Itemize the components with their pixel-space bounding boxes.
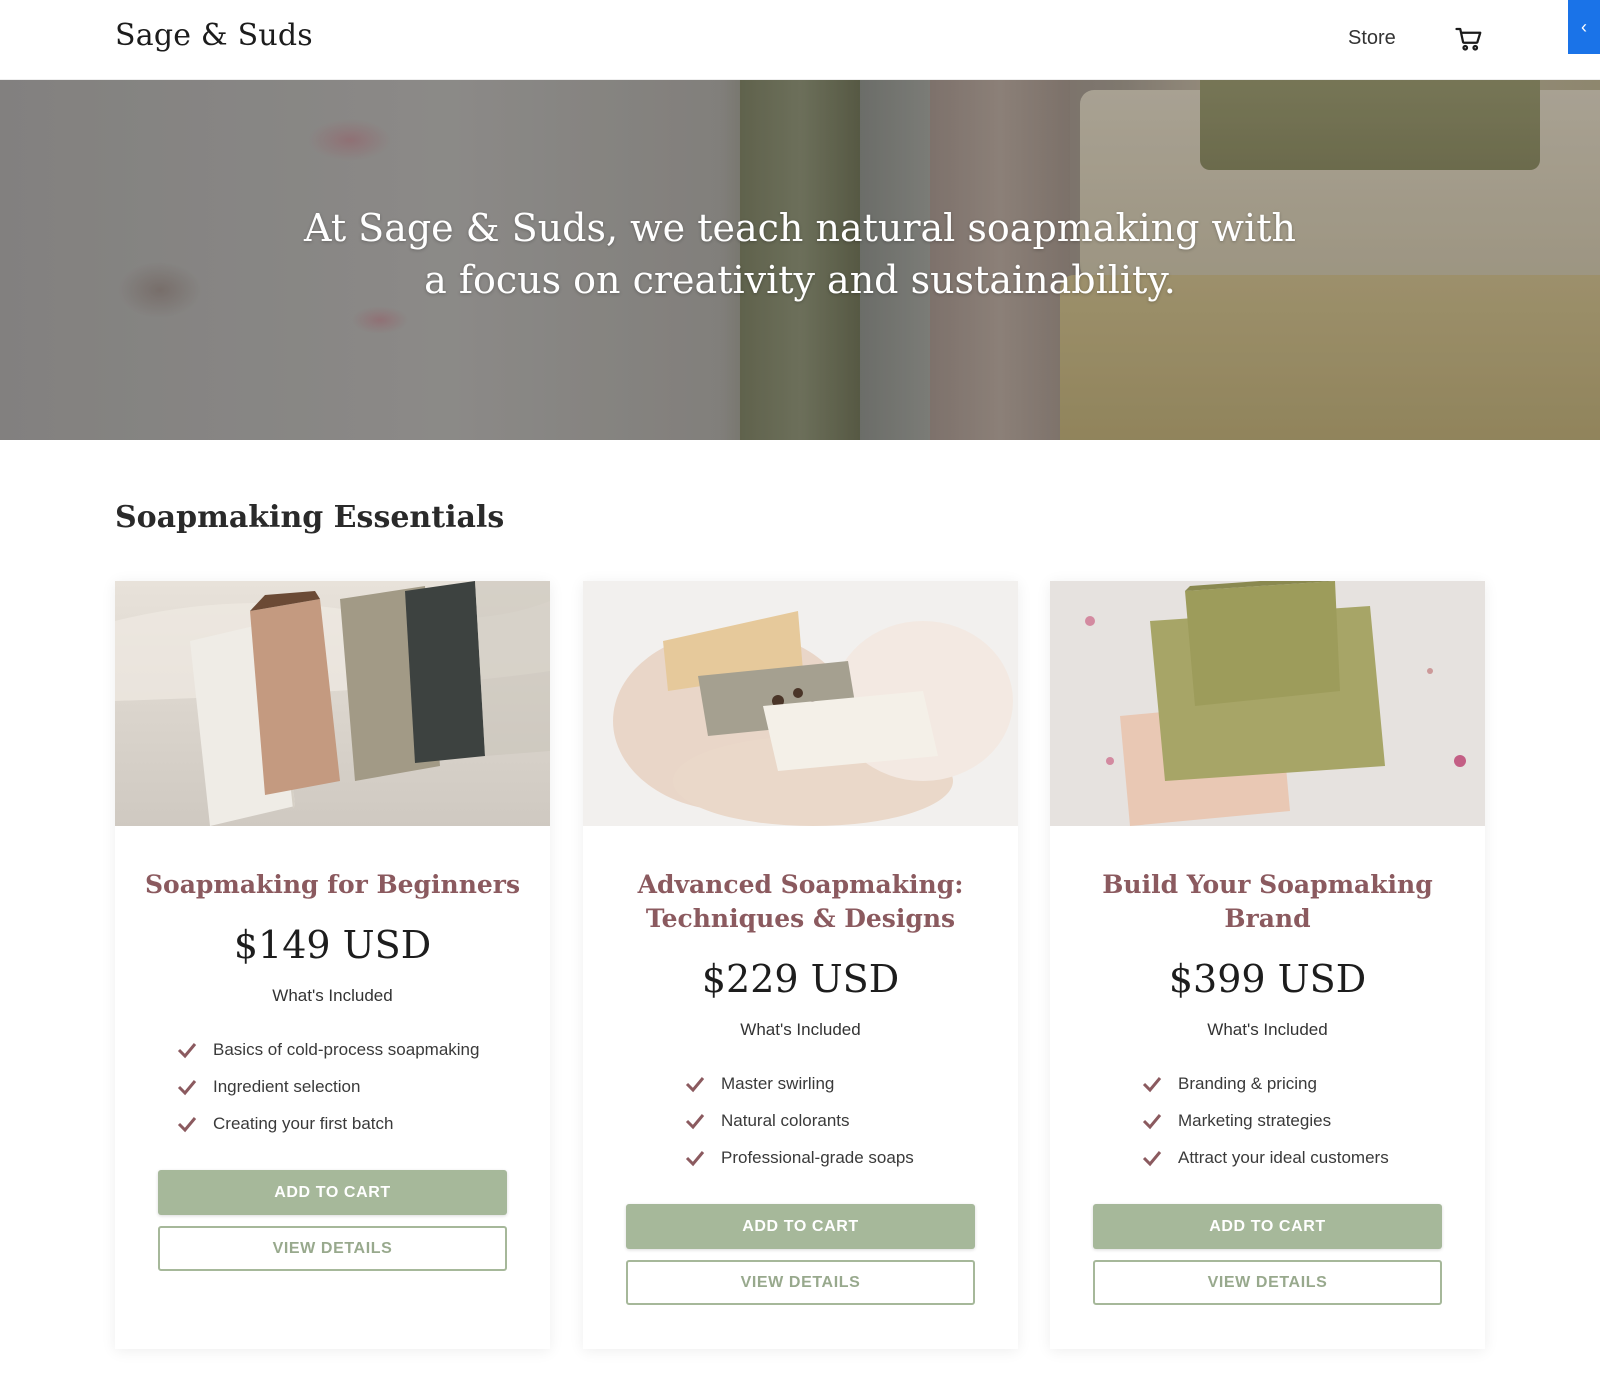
- feature-text: Marketing strategies: [1178, 1111, 1332, 1130]
- feature-text: Attract your ideal customers: [1178, 1148, 1389, 1167]
- product-image[interactable]: [1050, 581, 1485, 826]
- view-details-button[interactable]: VIEW DETAILS: [1093, 1260, 1442, 1305]
- feature-item: Professional-grade soaps: [685, 1146, 914, 1183]
- feature-item: Basics of cold-process soapmaking: [177, 1038, 479, 1075]
- site-logo[interactable]: Sage & Suds: [115, 18, 313, 53]
- product-price: $399 USD: [1168, 957, 1367, 1001]
- feature-item: Ingredient selection: [177, 1075, 479, 1112]
- check-icon: [1142, 1077, 1162, 1093]
- feature-item: Natural colorants: [685, 1109, 914, 1146]
- feature-text: Natural colorants: [721, 1111, 850, 1130]
- check-icon: [177, 1117, 197, 1133]
- check-icon: [1142, 1151, 1162, 1167]
- feature-text: Branding & pricing: [1178, 1074, 1317, 1093]
- feature-list: Master swirling Natural colorants Profes…: [685, 1072, 914, 1183]
- feature-text: Professional-grade soaps: [721, 1148, 914, 1167]
- product-price: $229 USD: [701, 957, 900, 1001]
- view-details-button[interactable]: VIEW DETAILS: [626, 1260, 975, 1305]
- hero-banner: At Sage & Suds, we teach natural soapmak…: [0, 80, 1600, 440]
- view-details-button[interactable]: VIEW DETAILS: [158, 1226, 507, 1271]
- add-to-cart-button[interactable]: ADD TO CART: [158, 1170, 507, 1215]
- check-icon: [1142, 1114, 1162, 1130]
- feature-item: Marketing strategies: [1142, 1109, 1389, 1146]
- feature-text: Ingredient selection: [213, 1077, 361, 1096]
- feature-list: Basics of cold-process soapmaking Ingred…: [177, 1038, 479, 1149]
- cart-icon[interactable]: [1454, 24, 1484, 54]
- whats-included-label: What's Included: [740, 1020, 861, 1039]
- check-icon: [685, 1114, 705, 1130]
- add-to-cart-button[interactable]: ADD TO CART: [1093, 1204, 1442, 1249]
- add-to-cart-button[interactable]: ADD TO CART: [626, 1204, 975, 1249]
- product-title[interactable]: Build Your Soapmaking Brand: [1070, 868, 1465, 936]
- feature-item: Creating your first batch: [177, 1112, 479, 1149]
- product-card: Advanced Soapmaking: Techniques & Design…: [583, 581, 1018, 1349]
- whats-included-label: What's Included: [1207, 1020, 1328, 1039]
- whats-included-label: What's Included: [272, 986, 393, 1005]
- feature-item: Master swirling: [685, 1072, 914, 1109]
- hero-headline: At Sage & Suds, we teach natural soapmak…: [304, 206, 1296, 302]
- product-card: Soapmaking for Beginners $149 USD What's…: [115, 581, 550, 1349]
- product-image[interactable]: [583, 581, 1018, 826]
- product-card: Build Your Soapmaking Brand $399 USD Wha…: [1050, 581, 1485, 1349]
- product-image[interactable]: [115, 581, 550, 826]
- feature-text: Creating your first batch: [213, 1114, 394, 1133]
- feature-item: Attract your ideal customers: [1142, 1146, 1389, 1183]
- section-title: Soapmaking Essentials: [115, 500, 505, 535]
- check-icon: [685, 1077, 705, 1093]
- feature-text: Master swirling: [721, 1074, 835, 1093]
- check-icon: [685, 1151, 705, 1167]
- product-title[interactable]: Advanced Soapmaking: Techniques & Design…: [603, 868, 998, 936]
- check-icon: [177, 1080, 197, 1096]
- nav-store-link[interactable]: Store: [1348, 27, 1396, 50]
- site-header: Sage & Suds Store: [0, 0, 1600, 80]
- feature-item: Branding & pricing: [1142, 1072, 1389, 1109]
- product-title[interactable]: Soapmaking for Beginners: [135, 868, 530, 902]
- check-icon: [177, 1043, 197, 1059]
- chevron-left-icon[interactable]: ‹: [1568, 0, 1600, 54]
- feature-text: Basics of cold-process soapmaking: [213, 1040, 480, 1059]
- feature-list: Branding & pricing Marketing strategies …: [1142, 1072, 1389, 1183]
- product-price: $149 USD: [233, 923, 432, 967]
